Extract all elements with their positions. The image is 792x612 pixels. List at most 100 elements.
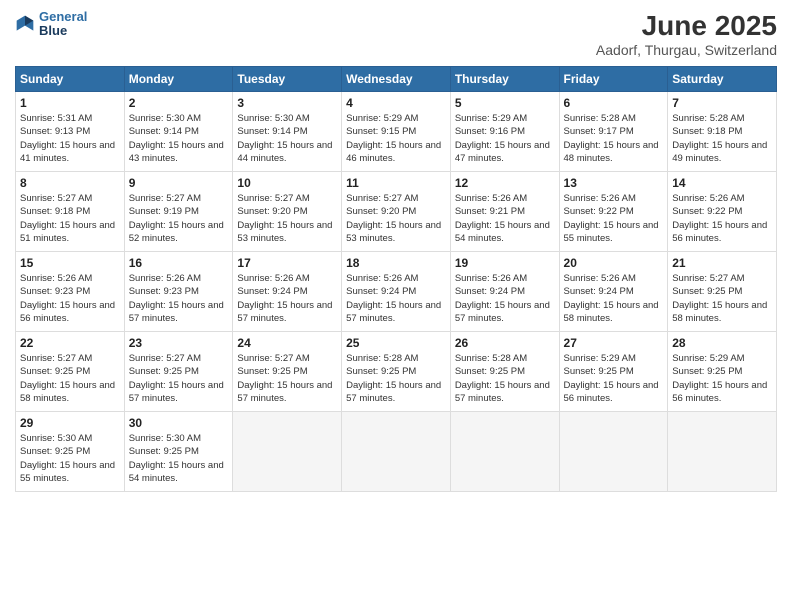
day-info: Sunrise: 5:30 AM Sunset: 9:14 PM Dayligh…	[237, 112, 337, 165]
day-info: Sunrise: 5:29 AM Sunset: 9:25 PM Dayligh…	[564, 352, 664, 405]
table-cell	[668, 412, 777, 492]
table-cell: 28 Sunrise: 5:29 AM Sunset: 9:25 PM Dayl…	[668, 332, 777, 412]
table-cell: 12 Sunrise: 5:26 AM Sunset: 9:21 PM Dayl…	[450, 172, 559, 252]
day-info: Sunrise: 5:28 AM Sunset: 9:25 PM Dayligh…	[346, 352, 446, 405]
day-number: 14	[672, 176, 772, 190]
table-cell: 4 Sunrise: 5:29 AM Sunset: 9:15 PM Dayli…	[342, 92, 451, 172]
day-info: Sunrise: 5:28 AM Sunset: 9:17 PM Dayligh…	[564, 112, 664, 165]
logo: General Blue	[15, 10, 87, 39]
calendar-header-row: Sunday Monday Tuesday Wednesday Thursday…	[16, 67, 777, 92]
table-cell: 14 Sunrise: 5:26 AM Sunset: 9:22 PM Dayl…	[668, 172, 777, 252]
table-cell	[233, 412, 342, 492]
col-wednesday: Wednesday	[342, 67, 451, 92]
table-cell: 13 Sunrise: 5:26 AM Sunset: 9:22 PM Dayl…	[559, 172, 668, 252]
table-cell: 3 Sunrise: 5:30 AM Sunset: 9:14 PM Dayli…	[233, 92, 342, 172]
day-number: 21	[672, 256, 772, 270]
table-cell: 7 Sunrise: 5:28 AM Sunset: 9:18 PM Dayli…	[668, 92, 777, 172]
table-cell: 6 Sunrise: 5:28 AM Sunset: 9:17 PM Dayli…	[559, 92, 668, 172]
day-info: Sunrise: 5:27 AM Sunset: 9:25 PM Dayligh…	[129, 352, 229, 405]
col-tuesday: Tuesday	[233, 67, 342, 92]
day-info: Sunrise: 5:27 AM Sunset: 9:20 PM Dayligh…	[346, 192, 446, 245]
day-number: 18	[346, 256, 446, 270]
day-info: Sunrise: 5:26 AM Sunset: 9:24 PM Dayligh…	[455, 272, 555, 325]
day-number: 23	[129, 336, 229, 350]
day-info: Sunrise: 5:30 AM Sunset: 9:25 PM Dayligh…	[20, 432, 120, 485]
table-cell: 15 Sunrise: 5:26 AM Sunset: 9:23 PM Dayl…	[16, 252, 125, 332]
day-number: 5	[455, 96, 555, 110]
col-thursday: Thursday	[450, 67, 559, 92]
table-cell: 5 Sunrise: 5:29 AM Sunset: 9:16 PM Dayli…	[450, 92, 559, 172]
day-info: Sunrise: 5:27 AM Sunset: 9:18 PM Dayligh…	[20, 192, 120, 245]
day-number: 22	[20, 336, 120, 350]
header: General Blue June 2025 Aadorf, Thurgau, …	[15, 10, 777, 58]
day-number: 12	[455, 176, 555, 190]
day-info: Sunrise: 5:26 AM Sunset: 9:21 PM Dayligh…	[455, 192, 555, 245]
day-info: Sunrise: 5:26 AM Sunset: 9:22 PM Dayligh…	[564, 192, 664, 245]
location: Aadorf, Thurgau, Switzerland	[596, 42, 777, 58]
day-info: Sunrise: 5:29 AM Sunset: 9:16 PM Dayligh…	[455, 112, 555, 165]
day-number: 11	[346, 176, 446, 190]
day-number: 13	[564, 176, 664, 190]
logo-text: General Blue	[39, 10, 87, 39]
title-area: June 2025 Aadorf, Thurgau, Switzerland	[596, 10, 777, 58]
table-cell: 30 Sunrise: 5:30 AM Sunset: 9:25 PM Dayl…	[124, 412, 233, 492]
day-info: Sunrise: 5:26 AM Sunset: 9:24 PM Dayligh…	[346, 272, 446, 325]
day-number: 28	[672, 336, 772, 350]
col-monday: Monday	[124, 67, 233, 92]
table-cell: 1 Sunrise: 5:31 AM Sunset: 9:13 PM Dayli…	[16, 92, 125, 172]
day-number: 8	[20, 176, 120, 190]
table-cell	[559, 412, 668, 492]
day-number: 3	[237, 96, 337, 110]
day-number: 10	[237, 176, 337, 190]
table-cell: 27 Sunrise: 5:29 AM Sunset: 9:25 PM Dayl…	[559, 332, 668, 412]
table-cell: 26 Sunrise: 5:28 AM Sunset: 9:25 PM Dayl…	[450, 332, 559, 412]
day-info: Sunrise: 5:26 AM Sunset: 9:24 PM Dayligh…	[237, 272, 337, 325]
day-info: Sunrise: 5:26 AM Sunset: 9:22 PM Dayligh…	[672, 192, 772, 245]
day-info: Sunrise: 5:30 AM Sunset: 9:14 PM Dayligh…	[129, 112, 229, 165]
day-number: 16	[129, 256, 229, 270]
calendar-table: Sunday Monday Tuesday Wednesday Thursday…	[15, 66, 777, 492]
day-number: 6	[564, 96, 664, 110]
day-info: Sunrise: 5:29 AM Sunset: 9:15 PM Dayligh…	[346, 112, 446, 165]
day-number: 15	[20, 256, 120, 270]
day-number: 27	[564, 336, 664, 350]
day-info: Sunrise: 5:26 AM Sunset: 9:23 PM Dayligh…	[129, 272, 229, 325]
table-cell: 10 Sunrise: 5:27 AM Sunset: 9:20 PM Dayl…	[233, 172, 342, 252]
day-number: 30	[129, 416, 229, 430]
day-info: Sunrise: 5:31 AM Sunset: 9:13 PM Dayligh…	[20, 112, 120, 165]
day-info: Sunrise: 5:27 AM Sunset: 9:25 PM Dayligh…	[237, 352, 337, 405]
table-cell: 2 Sunrise: 5:30 AM Sunset: 9:14 PM Dayli…	[124, 92, 233, 172]
table-cell: 9 Sunrise: 5:27 AM Sunset: 9:19 PM Dayli…	[124, 172, 233, 252]
table-cell: 11 Sunrise: 5:27 AM Sunset: 9:20 PM Dayl…	[342, 172, 451, 252]
generalblue-logo-icon	[15, 14, 35, 34]
day-number: 25	[346, 336, 446, 350]
day-info: Sunrise: 5:27 AM Sunset: 9:19 PM Dayligh…	[129, 192, 229, 245]
table-cell: 8 Sunrise: 5:27 AM Sunset: 9:18 PM Dayli…	[16, 172, 125, 252]
table-cell: 19 Sunrise: 5:26 AM Sunset: 9:24 PM Dayl…	[450, 252, 559, 332]
table-cell: 29 Sunrise: 5:30 AM Sunset: 9:25 PM Dayl…	[16, 412, 125, 492]
day-number: 7	[672, 96, 772, 110]
col-friday: Friday	[559, 67, 668, 92]
day-info: Sunrise: 5:30 AM Sunset: 9:25 PM Dayligh…	[129, 432, 229, 485]
table-cell: 16 Sunrise: 5:26 AM Sunset: 9:23 PM Dayl…	[124, 252, 233, 332]
table-cell	[342, 412, 451, 492]
table-cell: 24 Sunrise: 5:27 AM Sunset: 9:25 PM Dayl…	[233, 332, 342, 412]
day-info: Sunrise: 5:28 AM Sunset: 9:25 PM Dayligh…	[455, 352, 555, 405]
day-number: 1	[20, 96, 120, 110]
day-info: Sunrise: 5:27 AM Sunset: 9:25 PM Dayligh…	[672, 272, 772, 325]
logo-line1: General	[39, 10, 87, 24]
day-info: Sunrise: 5:28 AM Sunset: 9:18 PM Dayligh…	[672, 112, 772, 165]
day-number: 26	[455, 336, 555, 350]
table-cell: 18 Sunrise: 5:26 AM Sunset: 9:24 PM Dayl…	[342, 252, 451, 332]
day-info: Sunrise: 5:27 AM Sunset: 9:20 PM Dayligh…	[237, 192, 337, 245]
table-cell: 21 Sunrise: 5:27 AM Sunset: 9:25 PM Dayl…	[668, 252, 777, 332]
day-number: 17	[237, 256, 337, 270]
logo-line2: Blue	[39, 24, 87, 38]
table-cell: 25 Sunrise: 5:28 AM Sunset: 9:25 PM Dayl…	[342, 332, 451, 412]
month-title: June 2025	[596, 10, 777, 42]
table-cell	[450, 412, 559, 492]
day-number: 19	[455, 256, 555, 270]
day-number: 2	[129, 96, 229, 110]
table-cell: 17 Sunrise: 5:26 AM Sunset: 9:24 PM Dayl…	[233, 252, 342, 332]
day-number: 9	[129, 176, 229, 190]
